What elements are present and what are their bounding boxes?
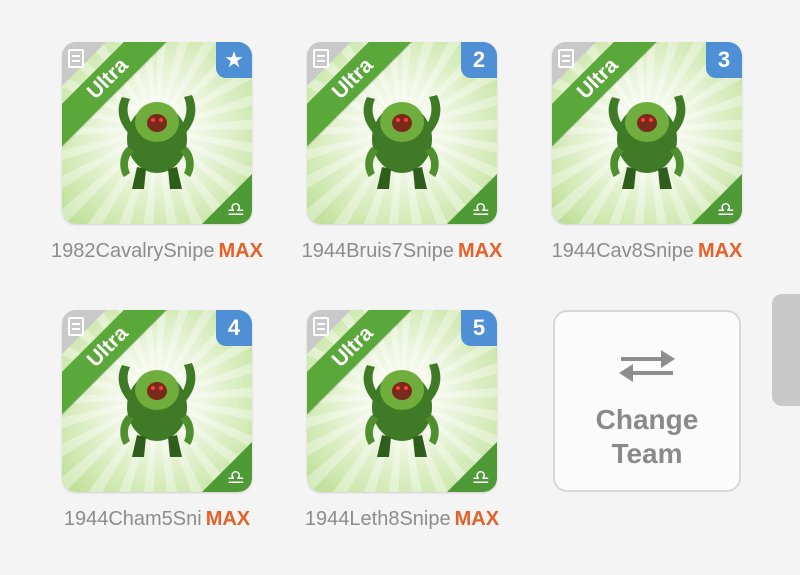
- monster-image: [118, 362, 196, 457]
- team-card[interactable]: Ultra ★ ♎ 1982CavalrySnipe MAX: [51, 42, 263, 263]
- monster-image: [363, 362, 441, 457]
- libra-icon: ♎: [717, 199, 735, 221]
- libra-icon: ♎: [227, 467, 245, 489]
- level-max: MAX: [697, 240, 743, 262]
- monster-label: 1944Cav8Snipe MAX: [517, 240, 777, 263]
- star-icon: ★: [216, 42, 252, 78]
- slot-number-badge: 2: [461, 42, 497, 78]
- monster-image: [363, 94, 441, 189]
- team-card[interactable]: Ultra 5 ♎ 1944Leth8Snipe MAX: [305, 310, 499, 531]
- change-team-button[interactable]: Change Team: [553, 310, 741, 492]
- monster-name: 1944Cham5Sni: [63, 508, 202, 530]
- monster-label: 1944Leth8Snipe MAX: [272, 508, 532, 531]
- monster-name: 1982CavalrySnipe: [51, 240, 215, 262]
- monster-tile[interactable]: Ultra 4 ♎: [62, 310, 252, 492]
- notes-icon[interactable]: [313, 317, 329, 336]
- notes-icon[interactable]: [558, 49, 574, 68]
- monster-image: [608, 94, 686, 189]
- change-team-line2: Team: [611, 438, 683, 469]
- level-max: MAX: [218, 240, 263, 262]
- monster-label: 1944Cham5Sni MAX: [27, 508, 287, 531]
- libra-icon: ♎: [472, 467, 490, 489]
- team-card[interactable]: Ultra 4 ♎ 1944Cham5Sni MAX: [62, 310, 252, 531]
- swap-arrows-icon: [619, 350, 675, 382]
- monster-name: 1944Cav8Snipe: [551, 240, 694, 262]
- monster-label: 1982CavalrySnipe MAX: [27, 240, 287, 263]
- slot-number-badge: 4: [216, 310, 252, 346]
- notes-icon[interactable]: [313, 49, 329, 68]
- level-max: MAX: [457, 240, 503, 262]
- slot-number-badge: 5: [461, 310, 497, 346]
- notes-icon[interactable]: [68, 49, 84, 68]
- monster-name: 1944Bruis7Snipe: [301, 240, 454, 262]
- monster-name: 1944Leth8Snipe: [304, 508, 451, 530]
- level-max: MAX: [454, 508, 500, 530]
- level-max: MAX: [205, 508, 251, 530]
- libra-icon: ♎: [227, 199, 245, 221]
- monster-tile[interactable]: Ultra 2 ♎: [307, 42, 497, 224]
- change-team-line1: Change: [595, 404, 699, 435]
- monster-label: 1944Bruis7Snipe MAX: [272, 240, 532, 263]
- team-card[interactable]: Ultra 3 ♎ 1944Cav8Snipe MAX: [552, 42, 742, 263]
- monster-tile[interactable]: Ultra 3 ♎: [552, 42, 742, 224]
- team-card[interactable]: Ultra 2 ♎ 1944Bruis7Snipe MAX: [302, 42, 502, 263]
- monster-image: [118, 94, 196, 189]
- libra-icon: ♎: [472, 199, 490, 221]
- monster-tile[interactable]: Ultra 5 ♎: [307, 310, 497, 492]
- side-drawer-handle[interactable]: [772, 294, 800, 406]
- slot-number-badge: 3: [706, 42, 742, 78]
- notes-icon[interactable]: [68, 317, 84, 336]
- monster-tile[interactable]: Ultra ★ ♎: [62, 42, 252, 224]
- change-team-label: Change Team: [555, 403, 739, 471]
